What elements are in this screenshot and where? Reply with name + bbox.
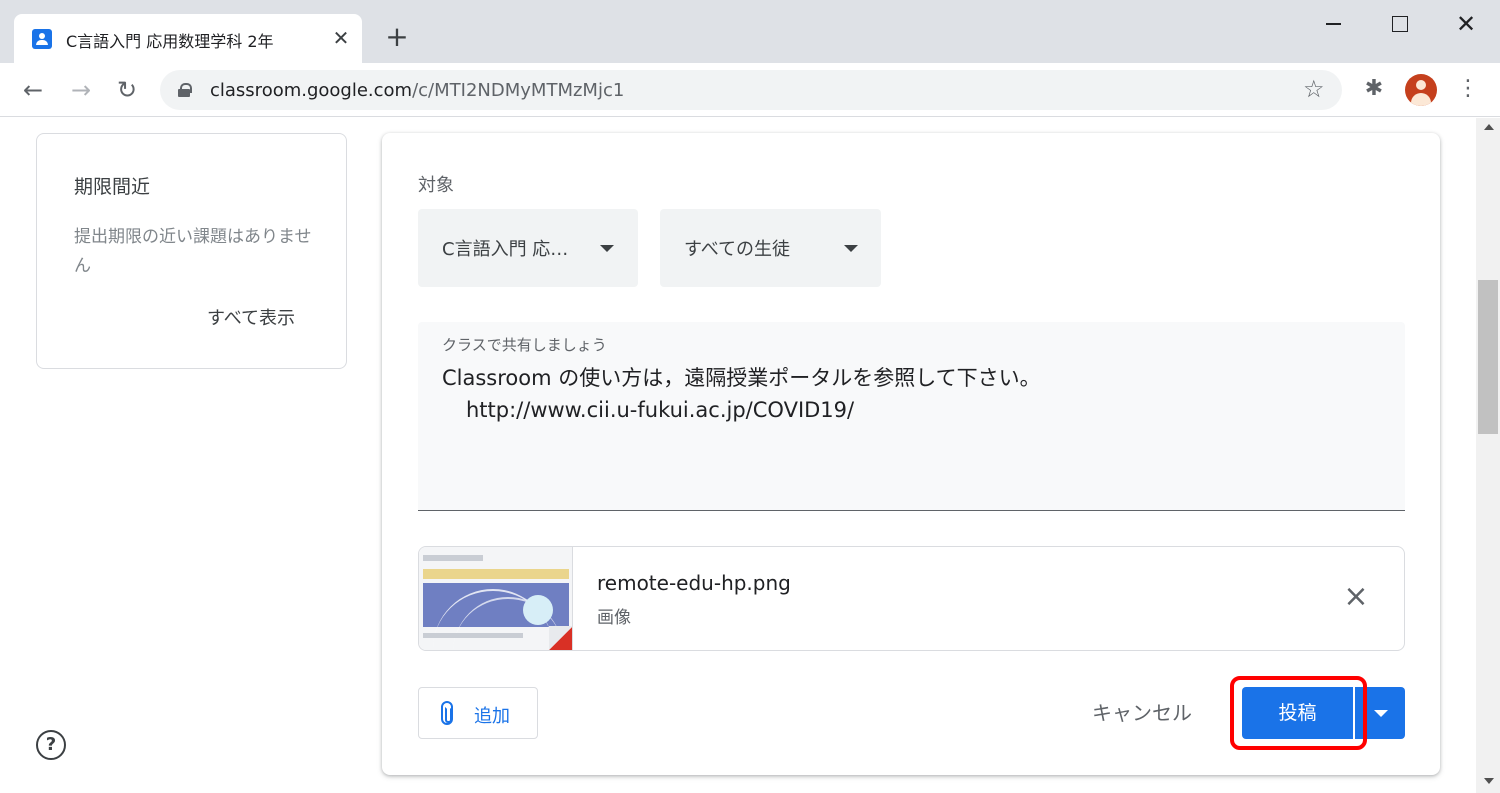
help-icon[interactable]: ?	[36, 730, 66, 760]
students-select-value: すべての生徒	[684, 239, 791, 260]
page-scrollbar[interactable]	[1476, 118, 1500, 793]
chevron-down-icon	[600, 245, 614, 252]
url-path: /c/MTI2NDMyMTMzMjc1	[412, 80, 625, 101]
tab-title: C言語入門 応用数理学科 2年	[66, 32, 274, 51]
class-select[interactable]: C言語入門 応…	[418, 209, 638, 287]
cancel-button[interactable]: キャンセル	[1072, 687, 1212, 739]
bookmark-star-icon[interactable]: ☆	[1303, 75, 1325, 103]
attachment-thumbnail	[419, 547, 573, 650]
students-select[interactable]: すべての生徒	[660, 209, 881, 287]
textarea-label: クラスで共有しましょう	[442, 336, 607, 354]
attachment-name: remote-edu-hp.png	[597, 571, 791, 595]
classroom-favicon-icon	[32, 29, 52, 49]
new-tab-icon[interactable]: +	[384, 23, 410, 51]
chevron-down-icon	[844, 245, 858, 252]
add-attachment-button[interactable]: 追加	[418, 687, 538, 739]
scroll-down-arrow-icon[interactable]	[1484, 778, 1494, 784]
scroll-up-arrow-icon[interactable]	[1484, 124, 1494, 130]
paperclip-icon	[441, 701, 453, 725]
scroll-thumb[interactable]	[1478, 280, 1498, 434]
address-bar[interactable]: classroom.google.com/c/MTI2NDMyMTMzMjc1 …	[160, 70, 1342, 110]
add-attachment-label: 追加	[474, 706, 510, 727]
class-select-value: C言語入門 応…	[442, 239, 569, 260]
upcoming-title: 期限間近	[74, 176, 151, 198]
upcoming-description: 提出期限の近い課題はありません	[74, 227, 312, 276]
minimize-icon[interactable]	[1318, 8, 1350, 40]
browser-toolbar: ← → ↻ classroom.google.com/c/MTI2NDMyMTM…	[0, 63, 1500, 117]
for-label: 対象	[418, 175, 454, 196]
tab-close-icon[interactable]: ✕	[330, 27, 352, 49]
window-close-icon[interactable]: ✕	[1450, 8, 1482, 40]
browser-tab[interactable]: C言語入門 応用数理学科 2年 ✕	[14, 14, 362, 63]
back-arrow-icon[interactable]: ←	[18, 75, 48, 105]
more-vert-icon[interactable]: ⋮	[1456, 77, 1480, 101]
page-content: 期限間近 提出期限の近い課題はありません すべて表示 ? 対象 C言語入門 応……	[0, 118, 1476, 793]
attachment-item[interactable]: remote-edu-hp.png 画像 ×	[418, 546, 1405, 651]
announcement-textarea[interactable]: クラスで共有しましょう Classroom の使い方は，遠隔授業ポータルを参照し…	[418, 322, 1405, 511]
announcement-text-line: Classroom の使い方は，遠隔授業ポータルを参照して下さい。	[442, 366, 1041, 390]
reload-icon[interactable]: ↻	[112, 75, 142, 105]
lock-icon[interactable]	[178, 83, 192, 97]
url-text[interactable]: classroom.google.com/c/MTI2NDMyMTMzMjc1	[210, 80, 624, 101]
url-host: classroom.google.com	[210, 80, 413, 101]
view-all-link[interactable]: すべて表示	[207, 304, 295, 330]
browser-tabstrip: C言語入門 応用数理学科 2年 ✕ + ✕	[0, 0, 1500, 63]
post-button-highlight	[1230, 676, 1367, 750]
extensions-puzzle-icon[interactable]: ✱	[1362, 77, 1386, 101]
announcement-composer: 対象 C言語入門 応… すべての生徒 クラスで共有しましょう Classroom…	[382, 133, 1440, 775]
attachment-type: 画像	[597, 608, 631, 628]
announcement-text-link: http://www.cii.u-fukui.ac.jp/COVID19/	[466, 398, 855, 422]
forward-arrow-icon[interactable]: →	[66, 75, 96, 105]
maximize-icon[interactable]	[1383, 8, 1415, 40]
remove-attachment-close-icon[interactable]: ×	[1341, 582, 1371, 613]
upcoming-card: 期限間近 提出期限の近い課題はありません すべて表示	[36, 133, 347, 369]
profile-avatar[interactable]	[1405, 74, 1437, 106]
